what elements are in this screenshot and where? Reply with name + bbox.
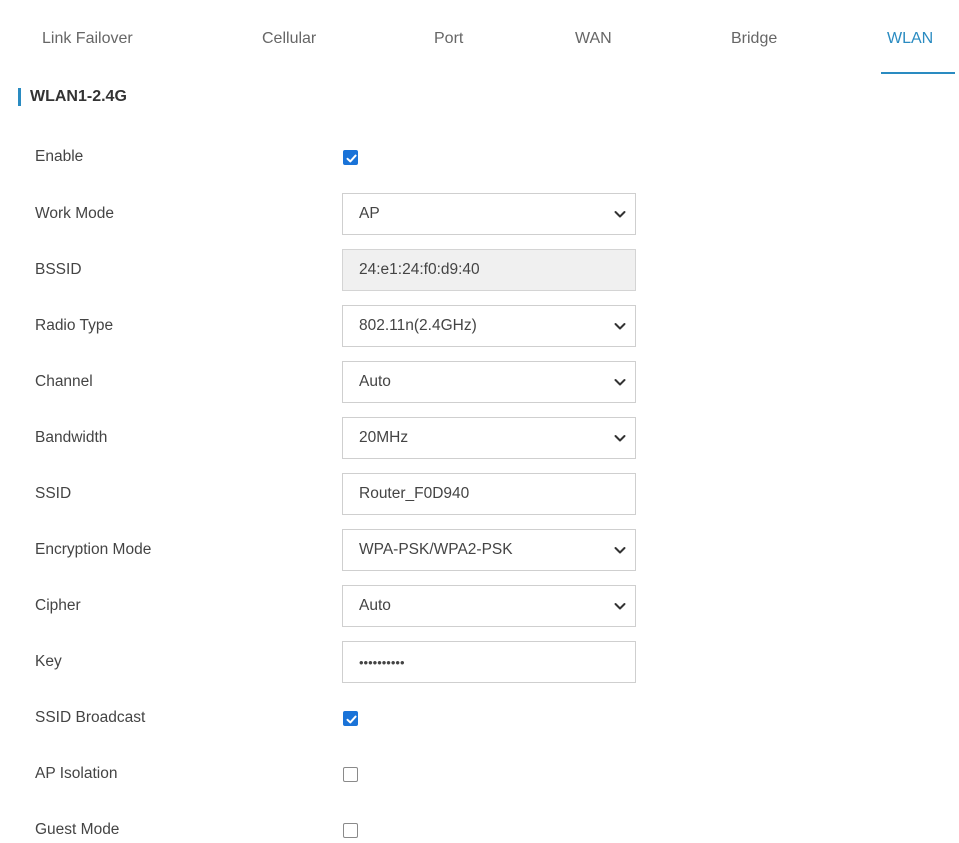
ssid-broadcast-checkbox[interactable] xyxy=(343,711,358,726)
ssid-row: SSID Router_F0D940 xyxy=(0,473,959,515)
section-header: WLAN1-2.4G xyxy=(18,86,127,108)
channel-row: Channel Auto xyxy=(0,361,959,403)
bssid-value: 24:e1:24:f0:d9:40 xyxy=(359,261,480,278)
key-password-input[interactable]: •••••••••• xyxy=(342,641,636,683)
tab-bar: Link Failover Cellular Port WAN Bridge W… xyxy=(0,0,959,80)
guest-mode-label: Guest Mode xyxy=(35,821,120,838)
ssid-broadcast-label: SSID Broadcast xyxy=(35,709,146,726)
encryption-mode-select[interactable]: WPA-PSK/WPA2-PSK xyxy=(342,529,636,571)
tab-port[interactable]: Port xyxy=(434,30,463,48)
ap-isolation-label: AP Isolation xyxy=(35,765,118,782)
radio-type-select[interactable]: 802.11n(2.4GHz) xyxy=(342,305,636,347)
enable-label: Enable xyxy=(35,148,84,165)
work-mode-select[interactable]: AP xyxy=(342,193,636,235)
guest-mode-row: Guest Mode xyxy=(0,809,959,843)
work-mode-value: AP xyxy=(359,205,380,222)
channel-select[interactable]: Auto xyxy=(342,361,636,403)
key-value: •••••••••• xyxy=(359,654,405,670)
key-label: Key xyxy=(35,653,62,670)
cipher-value: Auto xyxy=(359,597,391,614)
bandwidth-row: Bandwidth 20MHz xyxy=(0,417,959,459)
encryption-mode-value: WPA-PSK/WPA2-PSK xyxy=(359,541,513,558)
ssid-broadcast-row: SSID Broadcast xyxy=(0,697,959,739)
bandwidth-label: Bandwidth xyxy=(35,429,108,446)
tab-wan[interactable]: WAN xyxy=(575,30,612,48)
chevron-down-icon xyxy=(614,603,626,610)
section-accent-bar xyxy=(18,88,21,106)
cipher-label: Cipher xyxy=(35,597,81,614)
radio-type-value: 802.11n(2.4GHz) xyxy=(359,317,477,334)
chevron-down-icon xyxy=(614,211,626,218)
radio-type-label: Radio Type xyxy=(35,317,114,334)
active-tab-indicator xyxy=(881,72,955,74)
encryption-mode-row: Encryption Mode WPA-PSK/WPA2-PSK xyxy=(0,529,959,571)
guest-mode-checkbox[interactable] xyxy=(343,823,358,838)
cipher-row: Cipher Auto xyxy=(0,585,959,627)
section-title: WLAN1-2.4G xyxy=(30,88,127,105)
chevron-down-icon xyxy=(614,323,626,330)
ap-isolation-checkbox[interactable] xyxy=(343,767,358,782)
ap-isolation-row: AP Isolation xyxy=(0,753,959,795)
tab-wlan[interactable]: WLAN xyxy=(887,30,933,48)
ssid-label: SSID xyxy=(35,485,72,502)
tab-link-failover[interactable]: Link Failover xyxy=(42,30,133,48)
chevron-down-icon xyxy=(614,547,626,554)
work-mode-label: Work Mode xyxy=(35,205,114,222)
chevron-down-icon xyxy=(614,435,626,442)
ssid-value: Router_F0D940 xyxy=(359,485,470,502)
checkmark-icon xyxy=(346,715,357,724)
bssid-row: BSSID 24:e1:24:f0:d9:40 xyxy=(0,249,959,291)
enable-row: Enable xyxy=(0,136,959,178)
cipher-select[interactable]: Auto xyxy=(342,585,636,627)
enable-checkbox[interactable] xyxy=(343,150,358,165)
encryption-mode-label: Encryption Mode xyxy=(35,541,152,558)
checkmark-icon xyxy=(346,154,357,163)
tab-bridge[interactable]: Bridge xyxy=(731,30,777,48)
chevron-down-icon xyxy=(614,379,626,386)
ssid-input[interactable]: Router_F0D940 xyxy=(342,473,636,515)
work-mode-row: Work Mode AP xyxy=(0,193,959,235)
radio-type-row: Radio Type 802.11n(2.4GHz) xyxy=(0,305,959,347)
key-row: Key •••••••••• xyxy=(0,641,959,683)
tab-cellular[interactable]: Cellular xyxy=(262,30,316,48)
bandwidth-select[interactable]: 20MHz xyxy=(342,417,636,459)
channel-label: Channel xyxy=(35,373,93,390)
bssid-field: 24:e1:24:f0:d9:40 xyxy=(342,249,636,291)
channel-value: Auto xyxy=(359,373,391,390)
bandwidth-value: 20MHz xyxy=(359,429,409,446)
bssid-label: BSSID xyxy=(35,261,82,278)
